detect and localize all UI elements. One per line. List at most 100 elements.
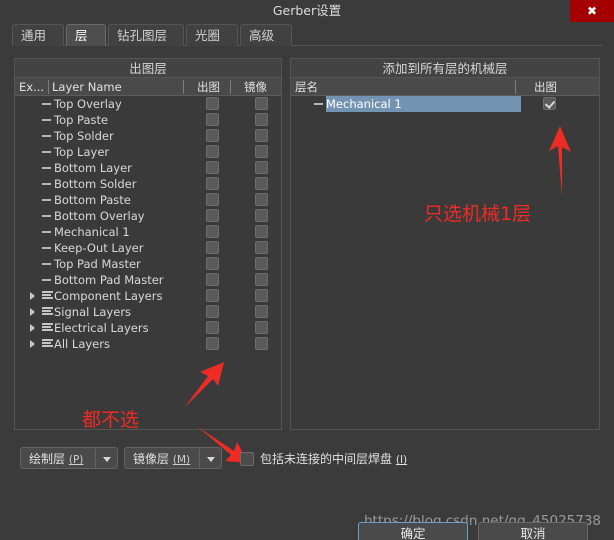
layer-color-swatch-icon <box>42 119 51 121</box>
table-row[interactable]: Bottom Pad Master <box>16 272 282 288</box>
gerber-setup-dialog: Gerber设置 ✖ 通用 层 钻孔图层 光圈 高级 出图层 Ex... Lay… <box>0 0 614 540</box>
mirror-checkbox[interactable] <box>255 177 268 190</box>
plot-layers-dropdown-label: 绘制层 (P) <box>29 448 83 470</box>
table-row[interactable]: Top Pad Master <box>16 256 282 272</box>
include-unconnected-checkbox[interactable] <box>240 452 254 466</box>
mechanical-layers-panel: 添加到所有层的机械层 层名 出图 Mechanical 1 <box>290 58 600 430</box>
mirror-checkbox[interactable] <box>255 193 268 206</box>
plot-checkbox[interactable] <box>206 257 219 270</box>
table-row[interactable]: Bottom Layer <box>16 160 282 176</box>
plot-checkbox[interactable] <box>206 97 219 110</box>
mirror-checkbox[interactable] <box>255 321 268 334</box>
mirror-layers-dropdown-accel: (M) <box>172 454 191 466</box>
table-row[interactable]: Keep-Out Layer <box>16 240 282 256</box>
plot-checkbox[interactable] <box>206 209 219 222</box>
plot-checkbox[interactable] <box>206 145 219 158</box>
layer-color-swatch-icon <box>42 135 51 137</box>
table-row[interactable]: All Layers <box>16 336 282 352</box>
tab-general[interactable]: 通用 <box>12 24 64 46</box>
table-row[interactable]: Bottom Overlay <box>16 208 282 224</box>
plot-checkbox[interactable] <box>206 289 219 302</box>
table-row[interactable]: Bottom Solder <box>16 176 282 192</box>
table-row[interactable]: Top Solder <box>16 128 282 144</box>
tab-layers[interactable]: 层 <box>66 24 106 46</box>
tab-apertures[interactable]: 光圈 <box>186 24 238 46</box>
table-row[interactable]: Signal Layers <box>16 304 282 320</box>
mirror-checkbox[interactable] <box>255 129 268 142</box>
mirror-layers-dropdown[interactable]: 镜像层 (M) <box>124 447 222 469</box>
cancel-button[interactable]: 取消 <box>478 522 588 540</box>
layer-color-swatch-icon <box>42 151 51 153</box>
mirror-checkbox[interactable] <box>255 161 268 174</box>
plot-checkbox[interactable] <box>206 225 219 238</box>
column-divider <box>230 80 231 94</box>
layer-name-label: Top Overlay <box>54 97 122 111</box>
annotation-select-mechanical: 只选机械1层 <box>424 203 532 225</box>
column-header-extra: Ex... <box>19 80 45 94</box>
table-row[interactable]: Top Paste <box>16 112 282 128</box>
layer-name-label: Top Pad Master <box>54 257 141 271</box>
plot-layers-list[interactable]: Top Overlay Top Paste Top Solder Top Layer B… <box>16 96 282 430</box>
plot-checkbox[interactable] <box>206 273 219 286</box>
chevron-down-icon[interactable] <box>207 457 215 462</box>
plot-checkbox[interactable] <box>206 161 219 174</box>
table-row[interactable]: Top Overlay <box>16 96 282 112</box>
layer-color-swatch-icon <box>42 103 51 105</box>
layer-name-label: Signal Layers <box>54 305 132 319</box>
column-header-plot: 出图 <box>534 80 557 94</box>
plot-checkbox[interactable] <box>206 113 219 126</box>
plot-layers-dropdown[interactable]: 绘制层 (P) <box>20 447 118 469</box>
table-row[interactable]: Top Layer <box>16 144 282 160</box>
layer-color-swatch-icon <box>42 183 51 185</box>
expand-arrow-icon[interactable] <box>30 324 35 332</box>
expand-arrow-icon[interactable] <box>30 340 35 348</box>
tab-drill-layers[interactable]: 钻孔图层 <box>108 24 184 46</box>
plot-checkbox[interactable] <box>206 241 219 254</box>
table-row[interactable]: Bottom Paste <box>16 192 282 208</box>
plot-checkbox[interactable] <box>206 337 219 350</box>
plot-checkbox[interactable] <box>206 129 219 142</box>
table-row[interactable]: Component Layers <box>16 288 282 304</box>
include-unconnected-accel: (I) <box>395 454 408 466</box>
plot-checkbox[interactable] <box>206 177 219 190</box>
window-title: Gerber设置 <box>272 3 342 18</box>
mirror-checkbox[interactable] <box>255 289 268 302</box>
mirror-checkbox[interactable] <box>255 225 268 238</box>
annotation-select-none: 都不选 <box>82 409 140 431</box>
plot-checkbox[interactable] <box>206 321 219 334</box>
mirror-checkbox[interactable] <box>255 337 268 350</box>
mirror-checkbox[interactable] <box>255 209 268 222</box>
close-icon[interactable]: ✖ <box>570 0 614 22</box>
table-row[interactable]: Mechanical 1 <box>16 224 282 240</box>
layer-color-swatch-icon <box>42 199 51 201</box>
layer-name-label: Bottom Paste <box>54 193 131 207</box>
layer-stack-icon <box>42 307 53 317</box>
layer-color-swatch-icon <box>42 263 51 265</box>
mirror-checkbox[interactable] <box>255 241 268 254</box>
tab-advanced[interactable]: 高级 <box>240 24 292 46</box>
mirror-checkbox[interactable] <box>255 273 268 286</box>
mechanical-column-header: 层名 出图 <box>291 78 599 96</box>
tab-strip: 通用 层 钻孔图层 光圈 高级 <box>12 24 602 46</box>
table-row[interactable]: Electrical Layers <box>16 320 282 336</box>
layer-color-swatch-icon <box>42 215 51 217</box>
expand-arrow-icon[interactable] <box>30 308 35 316</box>
ok-button[interactable]: 确定 <box>358 522 468 540</box>
mirror-checkbox[interactable] <box>255 305 268 318</box>
plot-checkbox[interactable] <box>543 97 556 110</box>
layer-name-label: Top Paste <box>54 113 109 127</box>
expand-arrow-icon[interactable] <box>30 292 35 300</box>
mirror-layers-dropdown-text: 镜像层 <box>133 452 170 466</box>
plot-checkbox[interactable] <box>206 305 219 318</box>
layer-name-label: Top Solder <box>54 129 114 143</box>
mirror-checkbox[interactable] <box>255 145 268 158</box>
layer-name-label: Mechanical 1 <box>326 96 521 112</box>
mirror-checkbox[interactable] <box>255 97 268 110</box>
mirror-checkbox[interactable] <box>255 113 268 126</box>
layer-name-label: Mechanical 1 <box>54 225 130 239</box>
chevron-down-icon[interactable] <box>103 457 111 462</box>
plot-checkbox[interactable] <box>206 193 219 206</box>
column-divider <box>48 80 49 94</box>
mirror-checkbox[interactable] <box>255 257 268 270</box>
table-row[interactable]: Mechanical 1 <box>292 96 600 112</box>
